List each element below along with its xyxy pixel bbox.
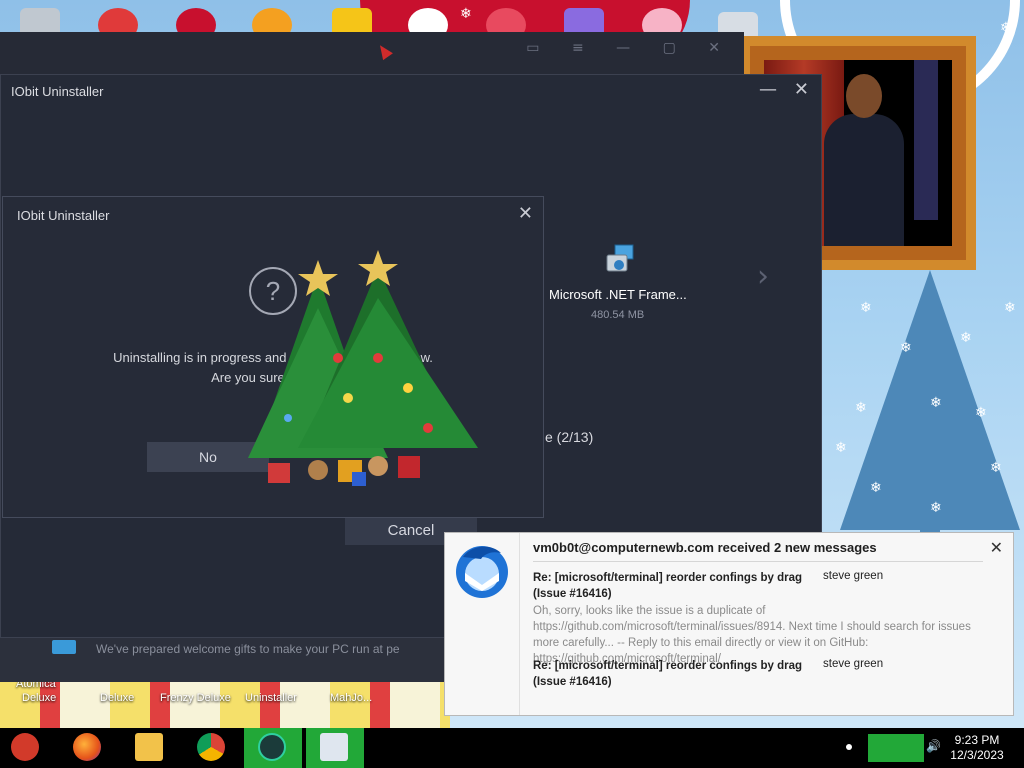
welcome-gifts-banner[interactable]: We've prepared welcome gifts to make you… (0, 632, 444, 682)
gift-icon (352, 472, 366, 486)
next-program-arrow[interactable]: › (757, 259, 769, 294)
snowflake-icon: ❄ (930, 500, 942, 516)
welcome-gifts-text: We've prepared welcome gifts to make you… (96, 642, 400, 656)
teddy-bear-icon (368, 456, 388, 476)
divider (533, 561, 983, 562)
taskbar-control-panel[interactable] (306, 728, 364, 768)
snowflake-icon: ❄ (930, 395, 942, 411)
teddy-bear-icon (308, 460, 328, 480)
santa-start-icon (11, 733, 39, 761)
snowflake-icon: ❄ (960, 330, 972, 346)
snowflake-icon: ❄ (835, 440, 847, 456)
close-button[interactable]: ✕ (794, 79, 809, 100)
control-panel-icon (320, 733, 348, 761)
clock-date[interactable]: 12/3/2023 (946, 748, 1008, 762)
snowflake-icon: ❄ (855, 400, 867, 416)
taskbar-chrome[interactable] (192, 728, 230, 768)
notification-close-button[interactable]: ✕ (990, 538, 1003, 558)
uninstall-progress-text: e (2/13) (545, 429, 594, 445)
portrait-person (824, 74, 904, 246)
christmas-trees-overlay (248, 250, 478, 486)
gift-icon (268, 463, 290, 483)
gift-icon (398, 456, 420, 478)
desktop-icon-label[interactable]: Deluxe (100, 692, 134, 704)
snowflake-icon: ❄ (1004, 300, 1016, 316)
taskbar-iobit-uninstaller[interactable] (244, 728, 302, 768)
notification-heading: vm0b0t@computernewb.com received 2 new m… (533, 540, 877, 555)
snowflake-icon: ❄ (460, 6, 472, 22)
tray-icons-group[interactable] (868, 734, 924, 762)
message-sender: steve green (823, 570, 884, 582)
firefox-icon (73, 733, 101, 761)
clock-time[interactable]: 9:23 PM (946, 733, 1008, 747)
volume-icon[interactable]: 🔊 (926, 739, 941, 753)
desktop-icon-label[interactable]: MahJo... (330, 692, 372, 704)
taskbar-file-explorer[interactable] (130, 728, 168, 768)
message-sender: steve green (823, 658, 884, 670)
desktop-icon-label[interactable]: Uninstaller (245, 692, 297, 704)
thunderbird-icon (456, 546, 508, 598)
desktop-icon-label[interactable]: Deluxe (22, 692, 56, 704)
message-subject[interactable]: Re: [microsoft/terminal] reorder confing… (533, 658, 823, 690)
snowflake-icon: ❄ (1000, 20, 1012, 36)
tray-indicator-dot (846, 744, 852, 750)
current-program-name: Microsoft .NET Frame... (549, 287, 687, 302)
portrait-flag (914, 60, 938, 220)
dialog-title: IObit Uninstaller (17, 208, 110, 223)
chrome-icon (197, 733, 225, 761)
taskbar-firefox[interactable] (68, 728, 106, 768)
snowflake-icon: ❄ (975, 405, 987, 421)
dotnet-installer-icon (606, 244, 634, 272)
snowflake-icon: ❄ (990, 460, 1002, 476)
message-subject[interactable]: Re: [microsoft/terminal] reorder confing… (533, 570, 823, 602)
snowflake-icon: ❄ (900, 340, 912, 356)
snowflake-icon: ❄ (870, 480, 882, 496)
gift-icon (52, 640, 76, 654)
snowflake-icon: ❄ (860, 300, 872, 316)
mail-notification[interactable]: vm0b0t@computernewb.com received 2 new m… (444, 532, 1014, 716)
taskbar: 🔊 9:23 PM 12/3/2023 (0, 728, 1024, 768)
start-button[interactable] (6, 728, 44, 768)
file-explorer-icon (135, 733, 163, 761)
minimize-button[interactable]: — (759, 79, 777, 100)
window-title: IObit Uninstaller (11, 84, 104, 99)
iobit-uninstaller-icon (258, 733, 286, 761)
dialog-close-button[interactable]: ✕ (518, 203, 533, 224)
desktop-icon-label[interactable]: Frenzy Deluxe (160, 692, 231, 704)
current-program-size: 480.54 MB (591, 309, 645, 321)
background-window-controls[interactable]: ▭ ≡ — ▢ ✕ (526, 40, 734, 56)
